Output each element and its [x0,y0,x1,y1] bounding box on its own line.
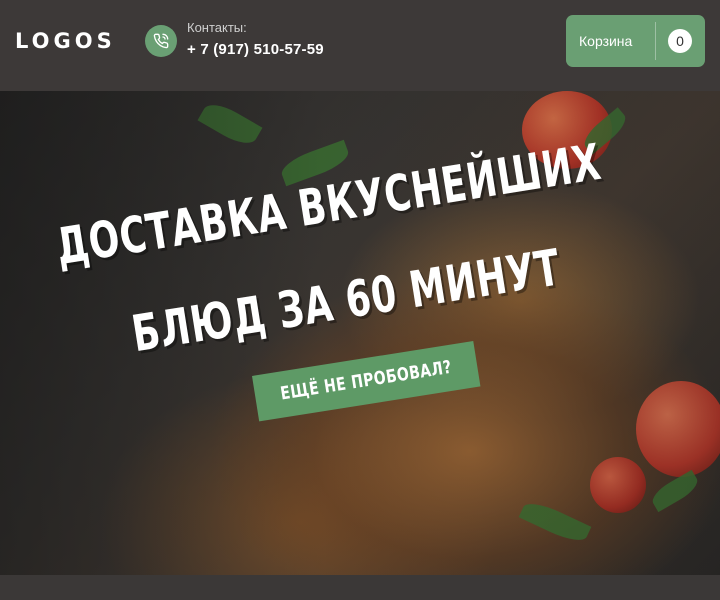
headline-line-2: БЛЮД ЗА 60 МИНУТ [128,238,565,364]
try-cta-label: ЕЩЁ НЕ ПРОБОВАЛ? [278,356,454,405]
phone-number-link[interactable]: + 7 (917) 510-57-59 [187,41,324,58]
section-divider [0,575,720,600]
hero-banner: ДОСТАВКА ВКУСНЕЙШИХ БЛЮД ЗА 60 МИНУТ ЕЩЁ… [0,91,720,575]
try-cta-badge[interactable]: ЕЩЁ НЕ ПРОБОВАЛ? [252,340,481,422]
site-header: LOGOS Контакты: + 7 (917) 510-57-59 Корз… [0,0,720,91]
contacts-label: Контакты: [187,20,247,35]
cart-divider [655,22,656,60]
cart-count-badge: 0 [668,29,692,53]
cart-label: Корзина [579,33,633,49]
cart-button[interactable]: Корзина 0 [566,15,705,67]
site-logo[interactable]: LOGOS [15,29,116,53]
phone-icon[interactable] [145,25,177,57]
hero-headline: ДОСТАВКА ВКУСНЕЙШИХ БЛЮД ЗА 60 МИНУТ ЕЩЁ… [0,91,720,575]
